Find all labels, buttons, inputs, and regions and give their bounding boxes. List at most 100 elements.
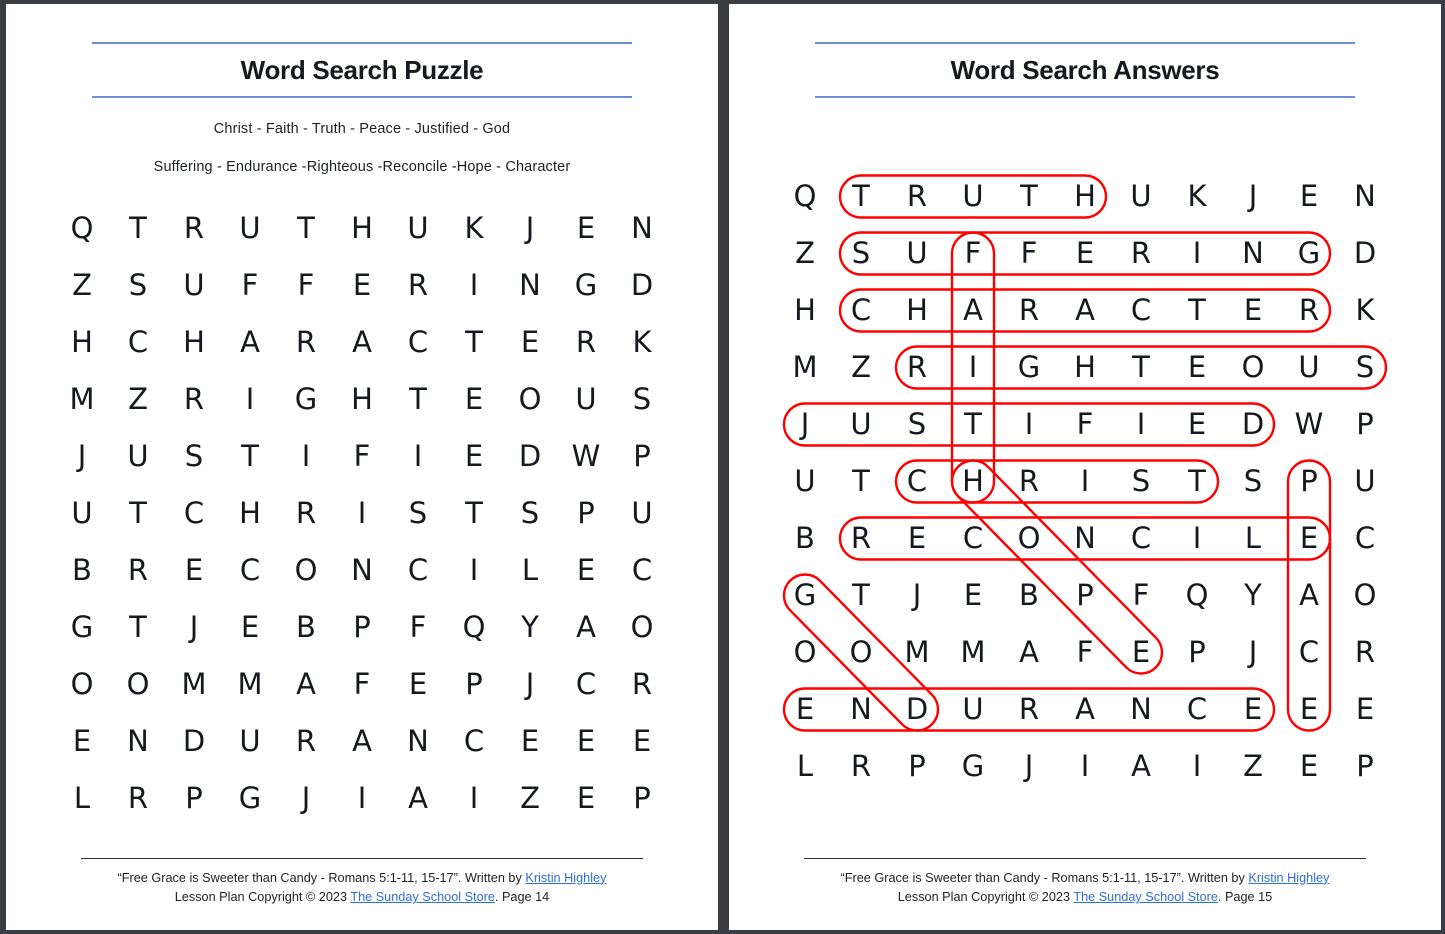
grid-cell: E	[520, 325, 540, 360]
grid-cell: O	[630, 610, 654, 645]
grid-cell: A	[1131, 748, 1151, 783]
grid-cell: O	[1241, 349, 1265, 384]
grid-cell: S	[1131, 463, 1151, 498]
footer-page-number: . Page 14	[494, 890, 550, 905]
grid-cell: O	[1017, 520, 1041, 555]
grid-cell: L	[521, 553, 539, 588]
store-link[interactable]: The Sunday School Store	[350, 890, 495, 904]
grid-cell: R	[1298, 292, 1320, 327]
grid-cell: K	[1187, 178, 1207, 213]
grid-cell: B	[795, 520, 815, 555]
grid-cell: E	[632, 724, 652, 759]
grid-cell: E	[352, 268, 372, 303]
grid-cell: R	[850, 748, 872, 783]
grid-cell: E	[1299, 178, 1319, 213]
grid-cell: R	[1018, 691, 1040, 726]
grid-cell: U	[183, 268, 205, 303]
grid-cell: E	[576, 781, 596, 816]
grid-cell: U	[1130, 178, 1152, 213]
grid-cell: T	[1188, 463, 1206, 498]
grid-cell: A	[576, 610, 596, 645]
grid-cell: S	[907, 406, 927, 441]
grid-cell: K	[464, 211, 484, 246]
grid-cell: E	[963, 577, 983, 612]
grid-cell: K	[1355, 292, 1375, 327]
grid-cell: W	[571, 439, 601, 474]
grid-cell: D	[630, 268, 654, 303]
grid-cell: M	[792, 349, 818, 384]
grid-cell: E	[1131, 634, 1151, 669]
grid-cell: I	[1192, 520, 1202, 555]
grid-cell: N	[1354, 178, 1376, 213]
grid-cell: E	[1243, 292, 1263, 327]
footer-line-2: Lesson Plan Copyright © 2023 The Sunday …	[81, 888, 643, 908]
grid-cell: U	[407, 211, 429, 246]
grid-cell: R	[906, 178, 928, 213]
grid-cell: D	[1353, 235, 1377, 270]
grid-cell: F	[297, 268, 315, 303]
grid-cell: N	[351, 553, 373, 588]
grid-cell: S	[851, 235, 871, 270]
grid-cell: T	[297, 211, 315, 246]
grid-cell: E	[795, 691, 815, 726]
puzzle-page: Word Search Puzzle Christ - Faith - Trut…	[6, 4, 718, 930]
grid-cell: R	[295, 325, 317, 360]
grid-cell: R	[1354, 634, 1376, 669]
grid-cell: U	[127, 439, 149, 474]
grid-cell: H	[906, 292, 928, 327]
grid-cell: E	[576, 724, 596, 759]
grid-cell: C	[463, 724, 485, 759]
grid-cell: B	[72, 553, 92, 588]
grid-cell: J	[800, 406, 810, 441]
grid-cell: G	[1297, 235, 1321, 270]
grid-cell: J	[525, 211, 535, 246]
grid-cell: T	[465, 325, 483, 360]
answers-title-block: Word Search Answers	[815, 42, 1355, 98]
author-link[interactable]: Kristin Highley	[1248, 871, 1329, 885]
grid-cell: M	[904, 634, 930, 669]
grid-cell: F	[1076, 406, 1094, 441]
grid-cell: E	[907, 520, 927, 555]
grid-cell: N	[407, 724, 429, 759]
grid-cell: T	[465, 496, 483, 531]
grid-cell: U	[1354, 463, 1376, 498]
store-link[interactable]: The Sunday School Store	[1073, 890, 1218, 904]
grid-cell: K	[632, 325, 652, 360]
grid-cell: S	[1355, 349, 1375, 384]
page-footer: “Free Grace is Sweeter than Candy - Roma…	[81, 857, 643, 930]
grid-cell: J	[525, 667, 535, 702]
grid-cell: T	[1188, 292, 1206, 327]
grid-cell: G	[961, 748, 985, 783]
grid-cell: S	[184, 439, 204, 474]
author-link[interactable]: Kristin Highley	[525, 871, 606, 885]
grid-cell: N	[1074, 520, 1096, 555]
grid-cell: H	[351, 382, 373, 417]
grid-cell: P	[577, 496, 595, 531]
footer-copyright-text: Lesson Plan Copyright © 2023	[174, 890, 351, 905]
grid-cell: O	[70, 667, 94, 702]
grid-cell: R	[183, 211, 205, 246]
answers-grid-wrap: QTRUTHUKJENZSUFFERINGDHCHARACTERKMZRIGHT…	[777, 168, 1393, 795]
grid-cell: U	[794, 463, 816, 498]
grid-cell: I	[469, 553, 479, 588]
grid-cell: C	[239, 553, 261, 588]
grid-cell: D	[1241, 406, 1265, 441]
grid-cell: I	[1080, 463, 1090, 498]
grid-cell: E	[240, 610, 260, 645]
grid-cell: E	[1299, 691, 1319, 726]
grid-cell: T	[852, 577, 870, 612]
answers-page: Word Search Answers QTRUTHUKJENZSUFFERIN…	[729, 4, 1441, 930]
footer-line-1: “Free Grace is Sweeter than Candy - Roma…	[81, 869, 643, 889]
grid-cell: I	[413, 439, 423, 474]
grid-cell: U	[962, 691, 984, 726]
page-title: Word Search Puzzle	[240, 55, 484, 85]
answers-letter-grid: QTRUTHUKJENZSUFFERINGDHCHARACTERKMZRIGHT…	[777, 168, 1393, 795]
grid-cell: Q	[70, 211, 94, 246]
grid-cell: O	[126, 667, 150, 702]
grid-cell: R	[183, 382, 205, 417]
grid-cell: T	[129, 610, 147, 645]
grid-cell: C	[850, 292, 872, 327]
grid-cell: C	[407, 325, 429, 360]
grid-cell: I	[357, 781, 367, 816]
grid-cell: P	[1300, 463, 1318, 498]
